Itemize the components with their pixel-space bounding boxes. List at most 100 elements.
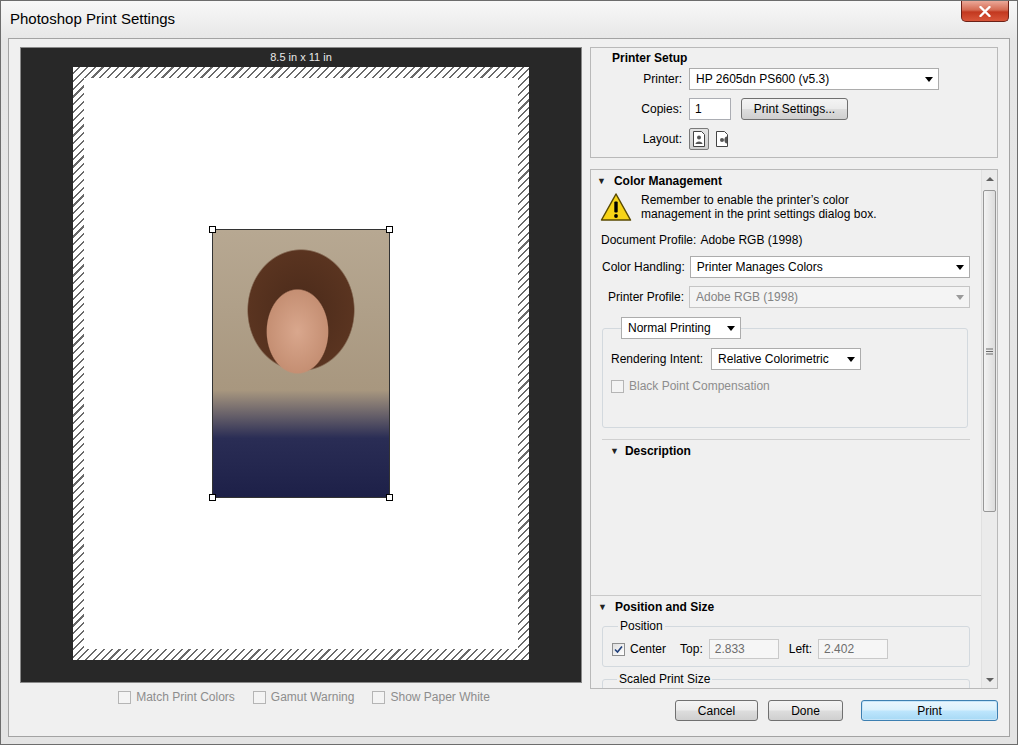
left-label: Left:	[789, 642, 812, 656]
printer-setup-form: Printer: HP 2605dn PS600 (v5.3) Copies: 1 Pr…	[612, 68, 987, 150]
checkbox-label: Show Paper White	[390, 690, 489, 704]
separator	[591, 595, 981, 596]
collapse-toggle[interactable]: ▼	[598, 602, 607, 612]
checkbox-label: Black Point Compensation	[629, 379, 770, 393]
printer-profile-dropdown: Adobe RGB (1998)	[689, 286, 970, 308]
section-title: Description	[625, 444, 691, 458]
collapse-toggle[interactable]: ▼	[610, 446, 619, 456]
warning: Remember to enable the printer’s color m…	[600, 192, 981, 224]
preview-options: Match Print Colors Gamut Warning Show Pape…	[20, 690, 582, 704]
group-legend: Scaled Print Size	[617, 671, 712, 687]
rendering-intent-dropdown[interactable]: Relative Colorimetric	[711, 348, 861, 370]
checkbox-label: Gamut Warning	[271, 690, 355, 704]
scroll-up-button[interactable]	[982, 170, 997, 187]
scroll-down-button[interactable]	[982, 671, 997, 688]
dropdown-arrow-icon	[727, 326, 735, 331]
checkbox[interactable]	[612, 643, 625, 656]
checkbox-label: Match Print Colors	[136, 690, 235, 704]
section-header[interactable]: ▼ Color Management	[591, 170, 981, 192]
print-mode-dropdown[interactable]: Normal Printing	[621, 317, 741, 339]
group-legend: Position	[618, 618, 665, 634]
scroll-track[interactable]	[982, 187, 997, 671]
panel-title: Printer Setup	[612, 50, 987, 66]
dialog-button[interactable]: Done	[768, 700, 843, 721]
checkbox	[611, 380, 624, 393]
separator	[602, 439, 970, 440]
dropdown-arrow-icon	[847, 357, 855, 362]
section-title: Position and Size	[615, 600, 714, 614]
close-button[interactable]	[961, 1, 1009, 22]
collapse-toggle[interactable]: ▼	[597, 176, 606, 186]
settings-scroll-panel: ▼ Color Management Remember to enable the …	[590, 169, 998, 689]
printing-mode-group: Normal Printing Rendering Intent: Relative…	[602, 317, 968, 428]
checkbox-label: Center	[630, 642, 666, 656]
section-title: Color Management	[614, 174, 722, 188]
print-preview: 8.5 in x 11 in	[20, 47, 582, 683]
document-profile-label: Document Profile:	[601, 232, 696, 248]
dropdown-value: Normal Printing	[628, 321, 721, 335]
window-title: Photoshop Print Settings	[1, 1, 175, 27]
left-input: 2.402	[818, 639, 888, 659]
rendering-intent-label: Rendering Intent:	[611, 352, 703, 366]
resize-handle[interactable]	[209, 226, 216, 233]
resize-handle[interactable]	[386, 226, 393, 233]
settings-column: Printer Setup Printer: HP 2605dn PS600 (v5…	[590, 47, 998, 736]
preview-option: Gamut Warning	[253, 690, 355, 704]
dialog-button[interactable]: Cancel	[675, 700, 758, 721]
section-header[interactable]: ▼ Description	[591, 440, 981, 462]
copies-row: 1 Print Settings...	[689, 98, 987, 120]
layout-options	[689, 128, 987, 150]
warning-text: Remember to enable the printer’s color m…	[641, 192, 891, 221]
copies-input[interactable]: 1	[689, 98, 731, 120]
dialog-body: 8.5 in x 11 in Match Print Colors Gamut Wa…	[8, 38, 1010, 737]
preview-option: Show Paper White	[372, 690, 489, 704]
print-settings-button[interactable]: Print Settings...	[741, 98, 848, 120]
center-option[interactable]: Center	[612, 642, 666, 656]
paper	[73, 67, 529, 660]
photo[interactable]	[212, 229, 390, 498]
printer-label: Printer:	[612, 72, 682, 86]
top-input: 2.833	[709, 639, 779, 659]
dropdown-value: HP 2605dn PS600 (v5.3)	[696, 72, 919, 86]
close-icon	[979, 6, 991, 17]
color-handling-label: Color Handling:	[602, 260, 685, 274]
dropdown-value: Printer Manages Colors	[697, 260, 950, 274]
dropdown-arrow-icon	[925, 77, 933, 82]
scaled-print-size-group: Scaled Print Size	[602, 671, 970, 688]
section-header[interactable]: ▼ Position and Size	[591, 596, 981, 618]
arrow-up-icon	[986, 177, 994, 181]
group-legend: Normal Printing	[621, 317, 741, 339]
dropdown-arrow-icon	[956, 265, 964, 270]
color-handling-dropdown[interactable]: Printer Manages Colors	[690, 256, 970, 278]
layout-button[interactable]	[712, 128, 732, 150]
dropdown-value: Adobe RGB (1998)	[696, 290, 950, 304]
black-point-compensation: Black Point Compensation	[611, 379, 959, 393]
copies-label: Copies:	[612, 102, 682, 116]
dialog-button[interactable]: Print	[861, 700, 998, 721]
title-bar: Photoshop Print Settings	[1, 1, 1017, 38]
checkbox	[118, 691, 131, 704]
checkbox	[253, 691, 266, 704]
top-label: Top:	[680, 642, 703, 656]
printer-profile-label: Printer Profile:	[602, 290, 684, 304]
settings-content: ▼ Color Management Remember to enable the …	[591, 170, 981, 688]
document-profile: Document Profile:Adobe RGB (1998)	[601, 232, 981, 248]
landscape-icon	[715, 131, 729, 147]
layout-button[interactable]	[689, 128, 709, 150]
color-handling-row: Color Handling: Printer Manages Colors	[602, 256, 970, 278]
check-icon	[614, 645, 623, 654]
printer-dropdown[interactable]: HP 2605dn PS600 (v5.3)	[689, 68, 939, 90]
description-body	[591, 462, 981, 595]
scrollbar[interactable]	[981, 170, 997, 688]
preview-column: 8.5 in x 11 in Match Print Colors Gamut Wa…	[20, 47, 582, 736]
document-profile-value: Adobe RGB (1998)	[700, 232, 802, 248]
dropdown-arrow-icon	[956, 295, 964, 300]
dialog-buttons: Cancel Done Print	[590, 700, 998, 721]
warning-icon	[600, 192, 632, 222]
grip-icon	[986, 348, 993, 355]
scroll-thumb[interactable]	[983, 190, 996, 512]
layout-label: Layout:	[612, 132, 682, 146]
resize-handle[interactable]	[386, 494, 393, 501]
position-group: Position Center Top: 2.833 Left: 2.402	[602, 618, 970, 667]
resize-handle[interactable]	[209, 494, 216, 501]
